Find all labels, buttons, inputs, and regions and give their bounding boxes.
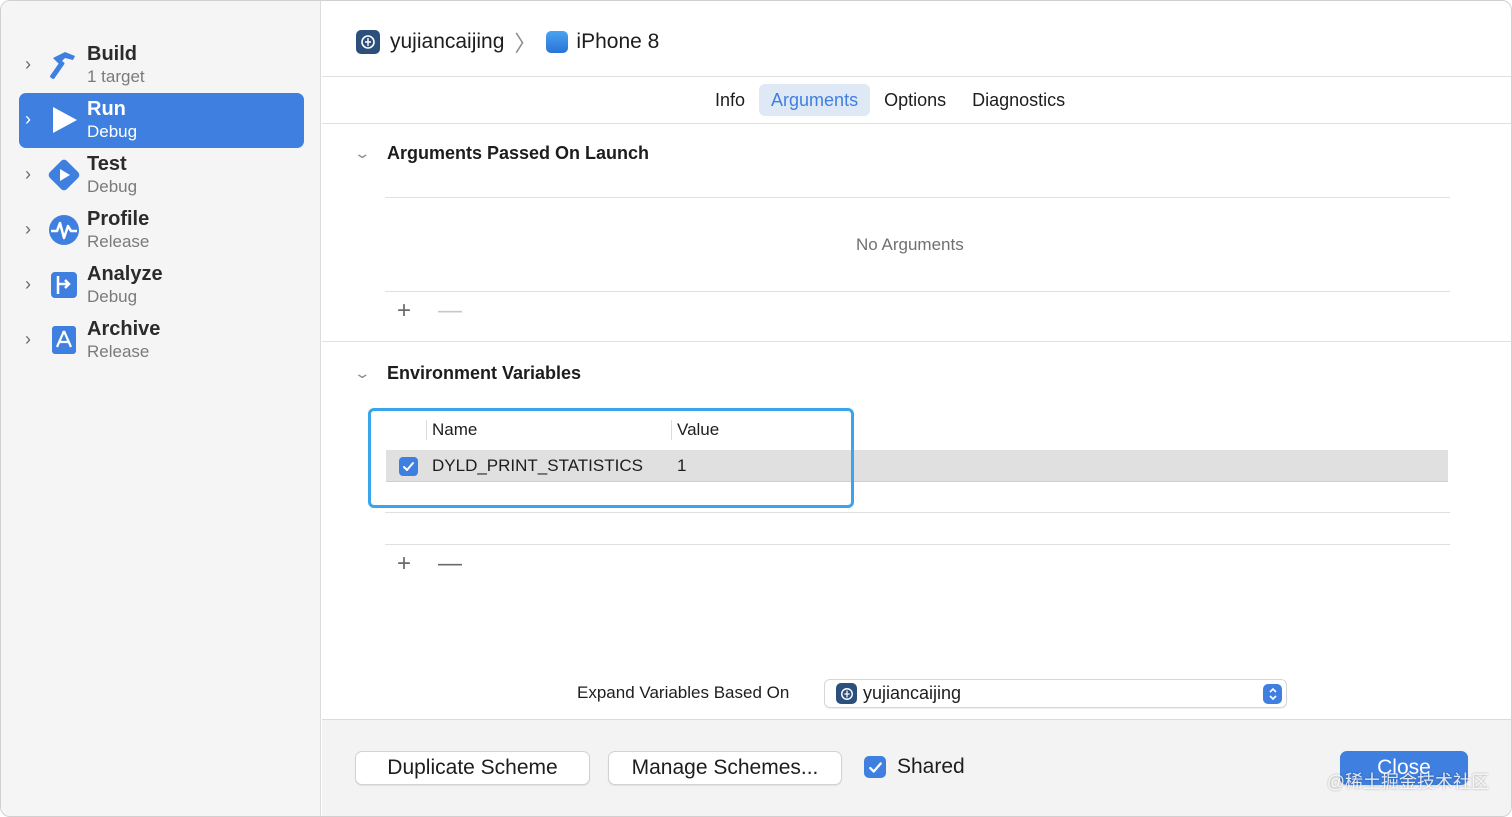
sidebar-item-title: Profile: [87, 208, 150, 230]
manage-schemes-button[interactable]: Manage Schemes...: [608, 751, 842, 785]
tab-arguments[interactable]: Arguments: [759, 84, 871, 116]
environment-table-divider: [385, 512, 1450, 513]
archive-icon: [52, 326, 76, 354]
arguments-table-top-divider: [385, 197, 1450, 198]
tab-options[interactable]: Options: [872, 84, 958, 116]
waveform-icon: [49, 215, 79, 245]
sidebar-item-build[interactable]: › Build 1 target: [19, 38, 304, 93]
sidebar-item-title: Archive: [87, 318, 161, 340]
arguments-table-bottom-divider: [385, 291, 1450, 292]
add-variable-button[interactable]: +: [397, 552, 411, 576]
section-title: Environment Variables: [387, 363, 582, 383]
scheme-editor-main: yujiancaijing 〉 iPhone 8 Info Arguments …: [322, 1, 1511, 816]
no-arguments-placeholder: No Arguments: [856, 235, 964, 254]
chevron-right-icon[interactable]: ›: [25, 164, 41, 184]
chevron-down-icon[interactable]: ⌄: [354, 365, 381, 382]
shared-checkbox[interactable]: [864, 756, 886, 778]
sidebar-item-subtitle: 1 target: [87, 67, 145, 86]
remove-argument-button[interactable]: —: [438, 299, 462, 323]
section-title: Arguments Passed On Launch: [387, 143, 650, 163]
remove-variable-button[interactable]: —: [438, 552, 462, 576]
section-divider: [322, 341, 1511, 342]
chevron-right-icon[interactable]: ›: [25, 219, 41, 239]
duplicate-scheme-button[interactable]: Duplicate Scheme: [355, 751, 590, 785]
breadcrumb-device[interactable]: iPhone 8: [576, 30, 659, 54]
sidebar-item-analyze[interactable]: › Analyze Debug: [19, 258, 304, 313]
sidebar-item-title: Build: [87, 43, 137, 65]
shared-option[interactable]: Shared: [864, 755, 965, 779]
chevron-right-icon[interactable]: ›: [25, 274, 41, 294]
expand-variables-label: Expand Variables Based On: [577, 683, 790, 702]
header-divider: [322, 76, 1511, 77]
chevron-down-icon[interactable]: ⌄: [354, 145, 381, 162]
sidebar-item-subtitle: Debug: [87, 122, 138, 141]
checkmark-icon: [868, 761, 882, 773]
scheme-action-sidebar: › Build 1 target › Run Debug › Test Debu…: [1, 1, 321, 816]
popup-updown-arrows-icon: [1263, 684, 1282, 704]
project-icon: [836, 683, 857, 704]
breadcrumb-separator-icon: 〉: [514, 31, 537, 56]
sidebar-item-profile[interactable]: › Profile Release: [19, 203, 304, 258]
expand-variables-popup[interactable]: yujiancaijing: [824, 679, 1287, 708]
test-diamond-icon: [48, 159, 80, 191]
sidebar-item-title: Analyze: [87, 263, 163, 285]
sidebar-item-subtitle: Release: [87, 342, 150, 361]
tab-info[interactable]: Info: [703, 84, 757, 116]
sidebar-item-subtitle: Release: [87, 232, 150, 251]
shared-label: Shared: [897, 755, 965, 778]
chevron-right-icon[interactable]: ›: [25, 54, 41, 74]
add-argument-button[interactable]: +: [397, 299, 411, 323]
hammer-icon: [50, 52, 75, 79]
popup-selected-value: yujiancaijing: [863, 683, 962, 703]
tab-diagnostics[interactable]: Diagnostics: [960, 84, 1077, 116]
sidebar-item-title: Test: [87, 153, 127, 175]
sidebar-item-subtitle: Debug: [87, 177, 138, 196]
arguments-section-header[interactable]: ⌄ Arguments Passed On Launch: [354, 143, 650, 164]
watermark-text: @稀土掘金技术社区: [1326, 772, 1489, 792]
tab-divider: [322, 123, 1511, 124]
device-icon: [546, 31, 569, 53]
sidebar-item-run[interactable]: › Run Debug: [19, 93, 304, 148]
sidebar-item-archive[interactable]: › Archive Release: [19, 313, 304, 368]
project-icon: [356, 30, 380, 54]
environment-section-header[interactable]: ⌄ Environment Variables: [354, 363, 582, 384]
breadcrumb: yujiancaijing 〉 iPhone 8: [356, 27, 659, 57]
scheme-editor-window: › Build 1 target › Run Debug › Test Debu…: [0, 0, 1512, 817]
analyze-icon: [51, 272, 77, 298]
annotation-highlight-box: [368, 408, 854, 508]
chevron-right-icon[interactable]: ›: [25, 109, 41, 129]
sidebar-item-subtitle: Debug: [87, 287, 138, 306]
breadcrumb-project[interactable]: yujiancaijing: [390, 30, 504, 54]
sidebar-item-title: Run: [87, 98, 126, 120]
chevron-right-icon[interactable]: ›: [25, 329, 41, 349]
play-icon: [53, 107, 77, 133]
environment-table-bottom-divider: [385, 544, 1450, 545]
sidebar-item-test[interactable]: › Test Debug: [19, 148, 304, 203]
tab-bar: Info Arguments Options Diagnostics: [703, 84, 1079, 116]
